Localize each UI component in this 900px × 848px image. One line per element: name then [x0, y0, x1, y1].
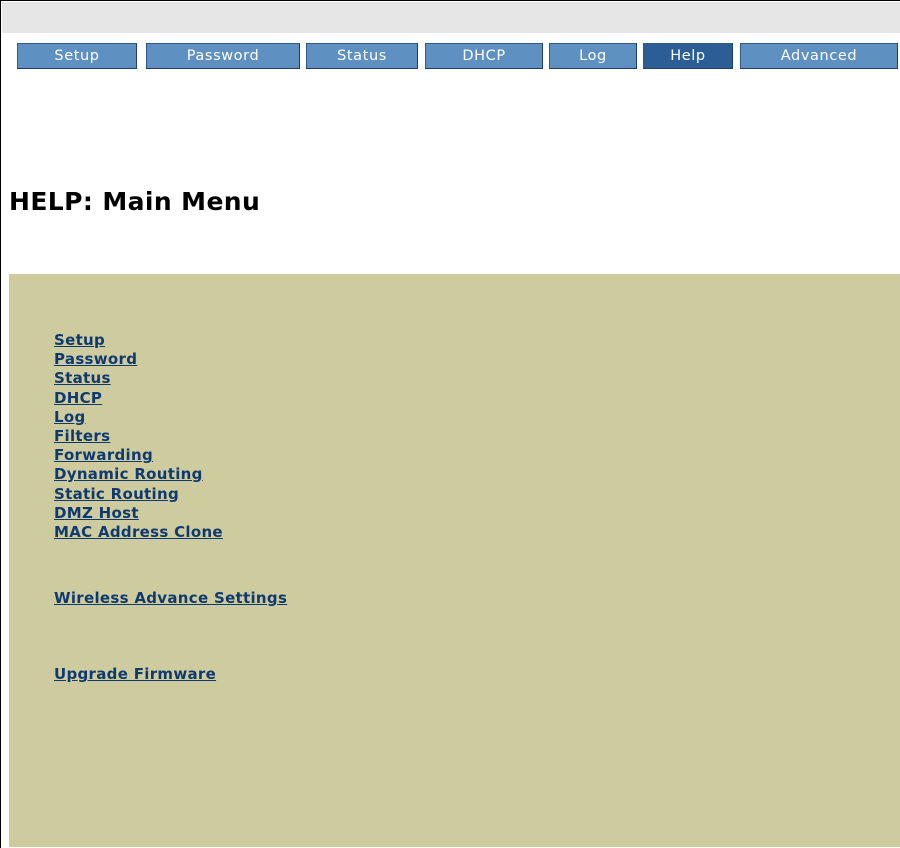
list-item: Forwarding: [54, 445, 287, 464]
page-title: HELP: Main Menu: [9, 187, 261, 216]
help-link-wireless-advance-settings[interactable]: Wireless Advance Settings: [54, 589, 287, 607]
help-link-forwarding[interactable]: Forwarding: [54, 446, 153, 464]
tab-status[interactable]: Status: [306, 43, 418, 69]
list-item: Static Routing: [54, 484, 287, 503]
list-item: Setup: [54, 330, 287, 349]
help-link-list: Setup Password Status DHCP Log Filters F…: [54, 330, 287, 683]
help-menu-panel: Setup Password Status DHCP Log Filters F…: [9, 274, 900, 847]
help-link-log[interactable]: Log: [54, 408, 86, 426]
list-item: Dynamic Routing: [54, 464, 287, 483]
tab-dhcp[interactable]: DHCP: [425, 43, 543, 69]
help-link-mac-address-clone[interactable]: MAC Address Clone: [54, 523, 223, 541]
tab-password[interactable]: Password: [146, 43, 300, 69]
help-link-upgrade-firmware[interactable]: Upgrade Firmware: [54, 665, 216, 683]
list-item: MAC Address Clone: [54, 522, 287, 541]
list-item: Password: [54, 349, 287, 368]
help-link-dmz-host[interactable]: DMZ Host: [54, 504, 139, 522]
list-item: Status: [54, 368, 287, 387]
tab-log[interactable]: Log: [549, 43, 637, 69]
list-item: Log: [54, 407, 287, 426]
help-link-dhcp[interactable]: DHCP: [54, 389, 102, 407]
list-item: Filters: [54, 426, 287, 445]
help-link-status[interactable]: Status: [54, 369, 111, 387]
help-link-setup[interactable]: Setup: [54, 331, 105, 349]
help-link-password[interactable]: Password: [54, 350, 137, 368]
help-link-static-routing[interactable]: Static Routing: [54, 485, 179, 503]
list-item: Upgrade Firmware: [54, 664, 287, 683]
top-bar: [2, 2, 900, 33]
list-item: DHCP: [54, 388, 287, 407]
help-link-filters[interactable]: Filters: [54, 427, 110, 445]
list-item: Wireless Advance Settings: [54, 588, 287, 607]
help-link-dynamic-routing[interactable]: Dynamic Routing: [54, 465, 203, 483]
tab-setup[interactable]: Setup: [17, 43, 137, 69]
list-item: DMZ Host: [54, 503, 287, 522]
window-frame: Setup Password Status DHCP Log Help Adva…: [0, 0, 900, 848]
tab-advanced[interactable]: Advanced: [740, 43, 898, 69]
tab-help[interactable]: Help: [643, 43, 733, 69]
